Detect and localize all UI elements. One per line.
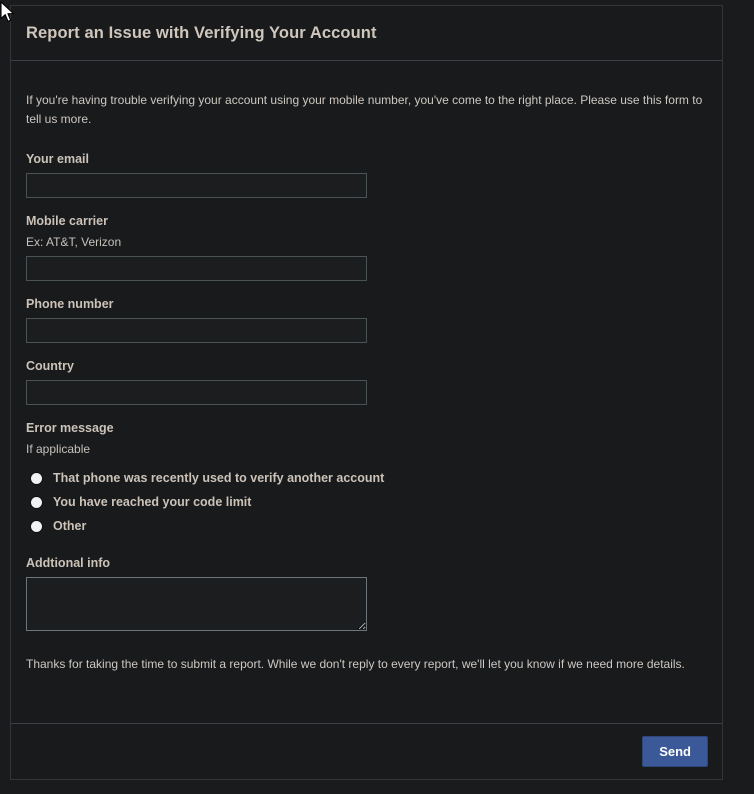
mobile-carrier-field[interactable] [26,256,367,281]
field-email: Your email [26,152,707,198]
thanks-block: Thanks for taking the time to submit a r… [26,653,707,674]
field-additional-info: Addtional info [26,556,707,631]
email-field[interactable] [26,173,367,198]
phone-number-field[interactable] [26,318,367,343]
radio-button-icon[interactable] [31,472,42,484]
country-label: Country [26,359,74,373]
additional-info-label: Addtional info [26,556,111,570]
report-issue-dialog: Report an Issue with Verifying Your Acco… [10,5,723,780]
country-field[interactable] [26,380,367,405]
radio-option-recently-used[interactable]: That phone was recently used to verify a… [26,466,707,490]
error-message-label: Error message [26,421,114,435]
field-phone-number: Phone number [26,297,707,343]
intro-paragraph: If you're having trouble verifying your … [26,93,703,126]
radio-button-icon[interactable] [31,496,42,508]
page-title: Report an Issue with Verifying Your Acco… [26,23,377,42]
radio-option-label: That phone was recently used to verify a… [53,471,385,485]
email-label: Your email [26,152,89,166]
radio-option-label: You have reached your code limit [53,495,252,509]
thanks-paragraph: Thanks for taking the time to submit a r… [26,657,685,671]
field-error-message: Error message If applicable That phone w… [26,421,707,538]
dialog-body: If you're having trouble verifying your … [11,61,722,723]
radio-option-code-limit[interactable]: You have reached your code limit [26,490,707,514]
dialog-footer: Send [11,723,722,779]
mobile-carrier-label: Mobile carrier [26,214,108,228]
additional-info-textarea[interactable] [26,577,367,631]
error-message-hint: If applicable [26,442,91,456]
dialog-header: Report an Issue with Verifying Your Acco… [11,6,722,61]
field-mobile-carrier: Mobile carrier Ex: AT&T, Verizon [26,214,707,281]
radio-option-label: Other [53,519,87,533]
phone-number-label: Phone number [26,297,114,311]
field-country: Country [26,359,707,405]
radio-button-icon[interactable] [31,520,42,532]
send-button[interactable]: Send [642,736,708,767]
mobile-carrier-hint: Ex: AT&T, Verizon [26,235,122,249]
error-message-radio-group: That phone was recently used to verify a… [26,466,707,538]
radio-option-other[interactable]: Other [26,514,707,538]
